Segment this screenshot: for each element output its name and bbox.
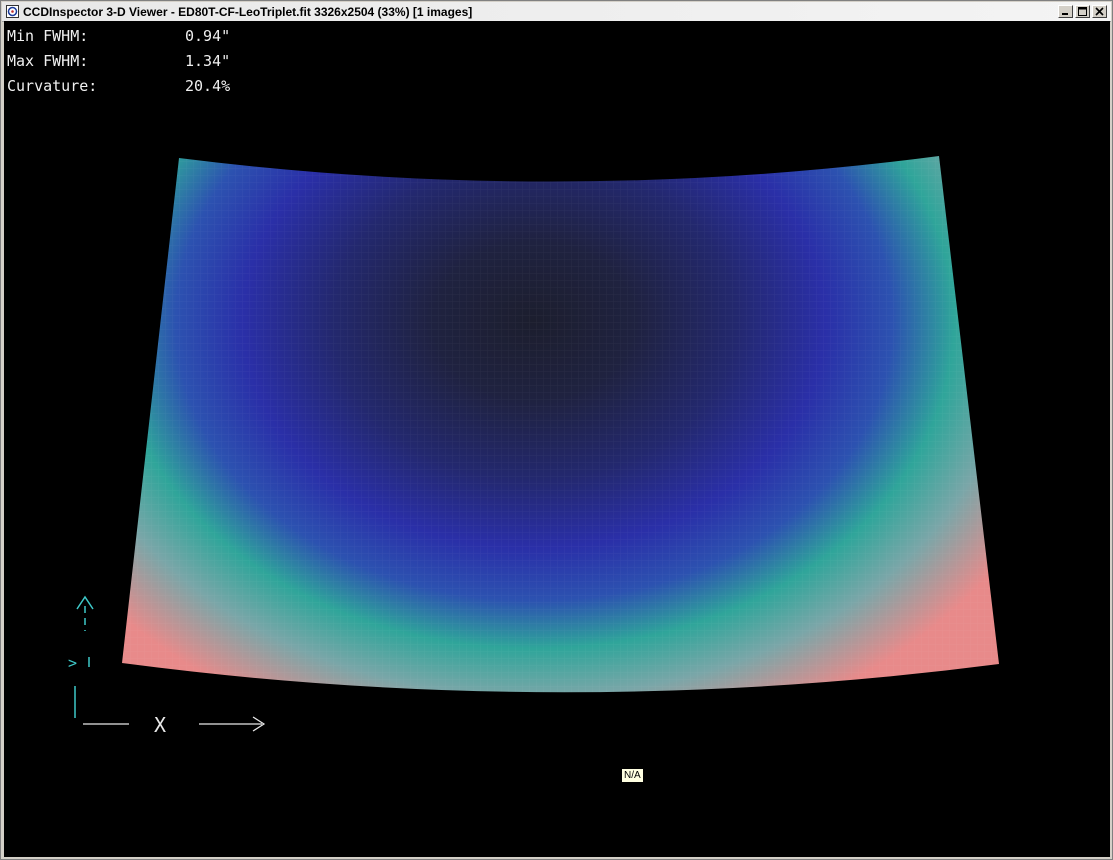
fwhm-surface-plot — [74, 156, 999, 732]
close-icon[interactable] — [1092, 5, 1107, 18]
surface-mesh — [122, 156, 999, 693]
window-title: CCDInspector 3-D Viewer - ED80T-CF-LeoTr… — [23, 5, 473, 19]
maximize-icon[interactable] — [1075, 5, 1090, 18]
app-icon — [6, 5, 19, 18]
y-axis — [74, 595, 94, 718]
y-axis-label: > — [68, 654, 78, 672]
3d-viewport[interactable]: Min FWHM: 0.94" Max FWHM: 1.34" Curvatur… — [4, 21, 1110, 857]
minimize-icon[interactable] — [1058, 5, 1073, 18]
x-axis-label: X — [154, 713, 167, 737]
title-bar[interactable]: CCDInspector 3-D Viewer - ED80T-CF-LeoTr… — [2, 2, 1111, 22]
status-badge: N/A — [621, 768, 644, 783]
x-axis — [83, 716, 266, 732]
viewer-window: CCDInspector 3-D Viewer - ED80T-CF-LeoTr… — [0, 0, 1113, 860]
